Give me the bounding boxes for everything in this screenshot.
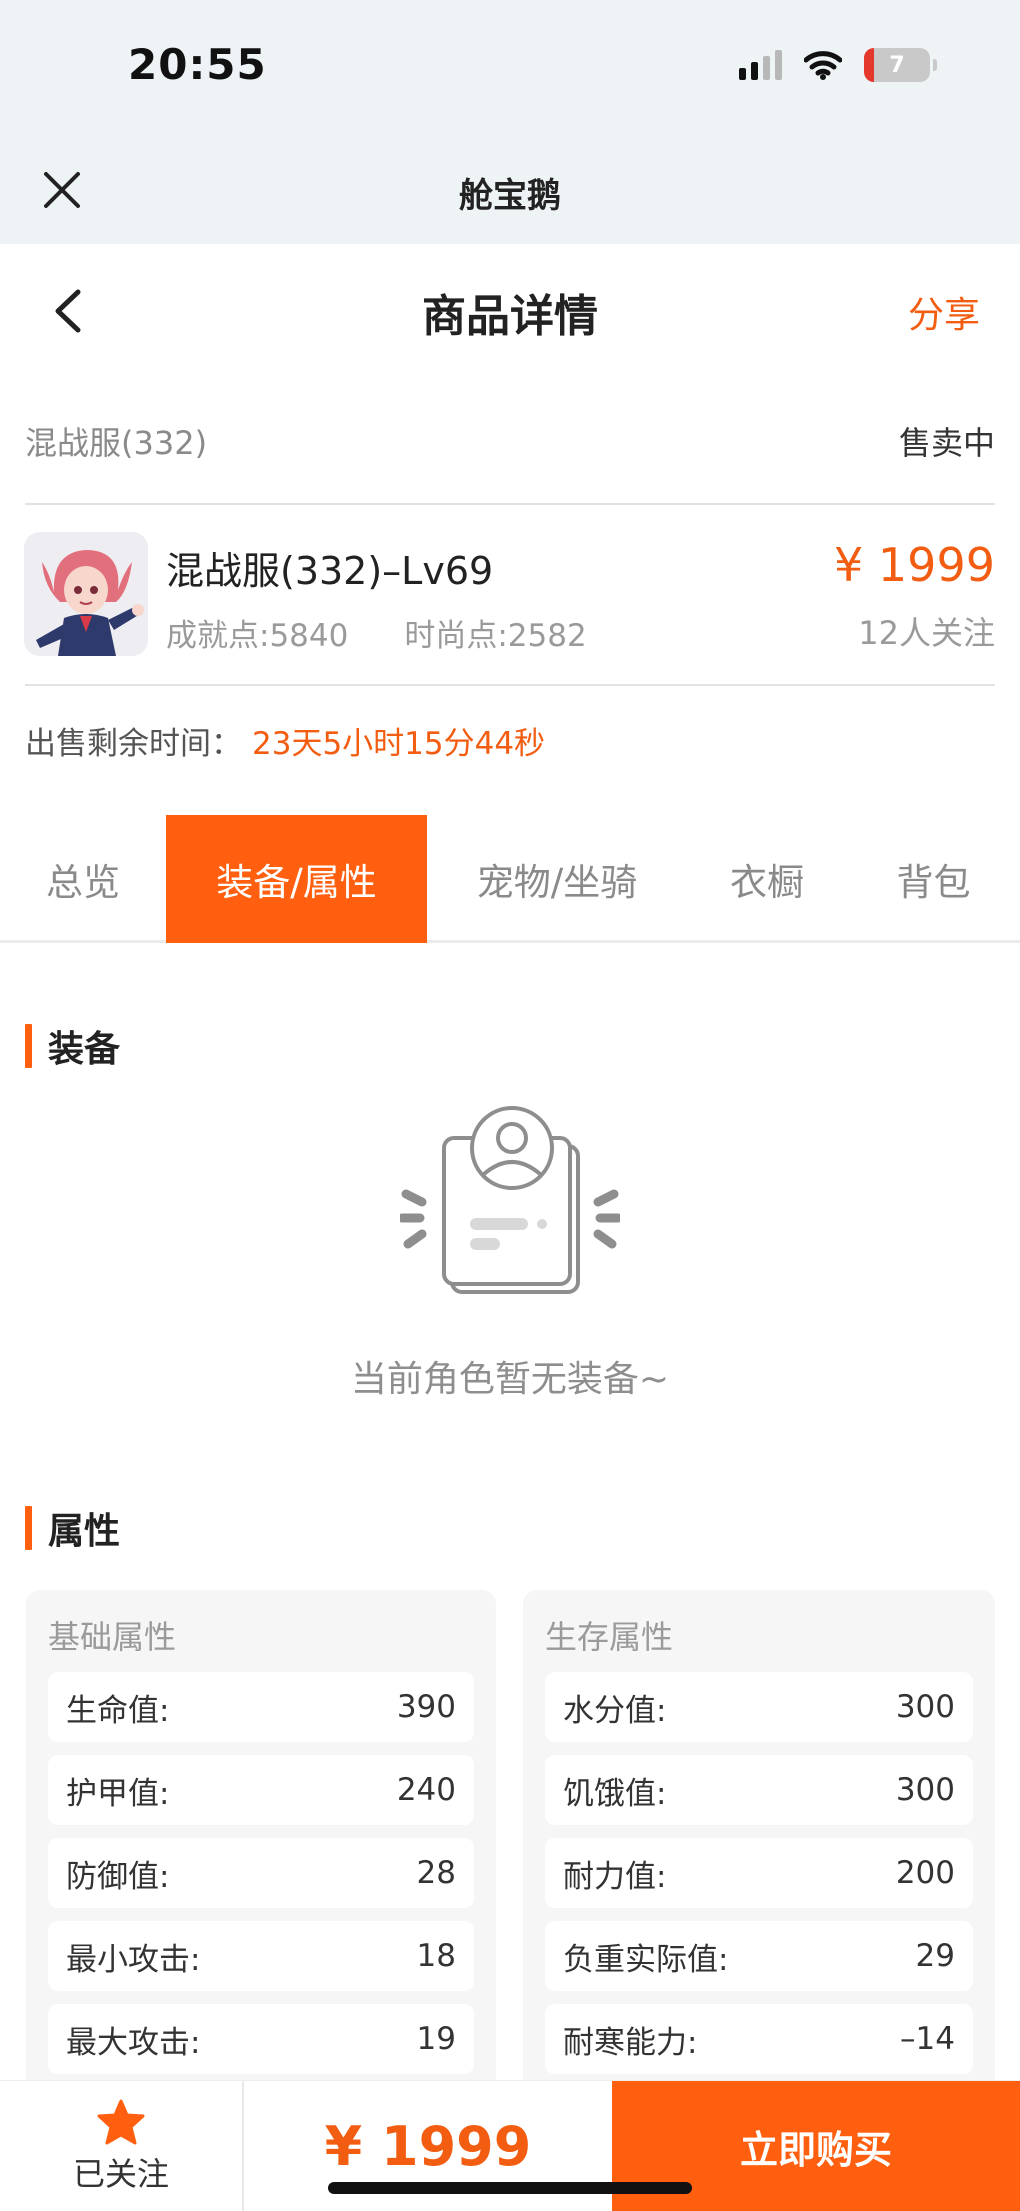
survival-attributes-panel: 生存属性 水分值: 300 饥饿值: 300 耐力值: 200 负重实际值: 29 耐寒… <box>523 1590 995 2110</box>
tab-equipment-attributes[interactable]: 装备/属性 <box>166 815 427 943</box>
section-accent-bar <box>25 1024 32 1068</box>
product-price: ¥ 1999 <box>834 538 995 592</box>
attribute-row: 生命值: 390 <box>48 1672 474 1742</box>
attribute-label: 护甲值: <box>66 1775 170 1812</box>
character-avatar <box>24 532 148 656</box>
survival-attributes-title: 生存属性 <box>545 1618 674 1656</box>
tab-backpack[interactable]: 背包 <box>847 815 1020 943</box>
attribute-row: 水分值: 300 <box>545 1672 973 1742</box>
top-bar: 20:55 7 舱宝鹅 <box>0 0 1020 244</box>
miniapp-title: 舱宝鹅 <box>459 176 561 216</box>
product-name: 混战服(332)–Lv69 <box>166 549 494 593</box>
follow-button[interactable]: 已关注 <box>0 2081 244 2211</box>
attribute-label: 耐力值: <box>563 1858 667 1895</box>
attributes-title: 属性 <box>48 1511 121 1552</box>
divider <box>25 684 995 686</box>
tab-pets-mounts[interactable]: 宠物/坐骑 <box>427 815 687 943</box>
attribute-label: 生命值: <box>66 1692 170 1729</box>
watcher-count: 12人关注 <box>858 614 995 652</box>
basic-attributes-title: 基础属性 <box>48 1618 177 1656</box>
attribute-value: 300 <box>895 1689 955 1725</box>
attribute-label: 防御值: <box>66 1858 170 1895</box>
wifi-icon <box>804 51 842 80</box>
attribute-value: 18 <box>416 1938 456 1974</box>
battery-level: 7 <box>889 52 905 78</box>
attribute-label: 最小攻击: <box>66 1941 201 1978</box>
sale-time-row: 出售剩余时间： 23天5小时15分44秒 <box>25 718 545 763</box>
attribute-value: 240 <box>396 1772 456 1808</box>
signal-icon <box>739 50 782 80</box>
attribute-row: 护甲值: 240 <box>48 1755 474 1825</box>
attribute-label: 水分值: <box>563 1692 667 1729</box>
achievement-points: 成就点:5840 <box>166 618 349 654</box>
star-icon <box>97 2099 145 2144</box>
share-button[interactable]: 分享 <box>908 286 980 338</box>
attribute-value: 19 <box>416 2021 456 2057</box>
section-accent-bar <box>25 1506 32 1550</box>
attribute-row: 耐力值: 200 <box>545 1838 973 1908</box>
divider <box>25 503 995 505</box>
sale-time-label: 出售剩余时间： <box>25 726 242 762</box>
attribute-label: 饥饿值: <box>563 1775 667 1812</box>
attribute-row: 负重实际值: 29 <box>545 1921 973 1991</box>
home-indicator <box>328 2182 692 2194</box>
attribute-value: –14 <box>900 2021 955 2057</box>
attribute-value: 28 <box>416 1855 456 1891</box>
attribute-value: 390 <box>396 1689 456 1725</box>
sale-status: 售卖中 <box>898 424 995 462</box>
equipment-title: 装备 <box>48 1029 121 1070</box>
server-name: 混战服(332) <box>25 424 208 462</box>
attribute-label: 耐寒能力: <box>563 2024 698 2061</box>
attribute-value: 200 <box>895 1855 955 1891</box>
server-row: 混战服(332) 售卖中 <box>25 418 995 464</box>
attribute-row: 最小攻击: 18 <box>48 1921 474 1991</box>
attributes-section-title: 属性 <box>25 1502 120 1554</box>
basic-attributes-panel: 基础属性 生命值: 390 护甲值: 240 防御值: 28 最小攻击: 18 最大攻击… <box>26 1590 496 2110</box>
attribute-value: 300 <box>895 1772 955 1808</box>
status-time: 20:55 <box>128 40 267 89</box>
tab-wardrobe[interactable]: 衣橱 <box>687 815 847 943</box>
empty-equipment-text: 当前角色暂无装备~ <box>350 1359 670 1400</box>
detail-tabs: 总览 装备/属性 宠物/坐骑 衣橱 背包 <box>0 815 1020 943</box>
attribute-row: 最大攻击: 19 <box>48 2004 474 2074</box>
attribute-value: 29 <box>915 1938 955 1974</box>
battery-icon: 7 <box>864 48 937 82</box>
product-meta: 成就点:5840 时尚点:2582 <box>166 610 587 655</box>
page-title: 商品详情 <box>422 291 598 342</box>
fashion-points: 时尚点:2582 <box>404 618 587 654</box>
follow-label: 已关注 <box>72 2154 169 2193</box>
attribute-label: 最大攻击: <box>66 2024 201 2061</box>
empty-profile-icon <box>400 1106 620 1294</box>
sale-time-value: 23天5小时15分44秒 <box>252 726 546 762</box>
attribute-label: 负重实际值: <box>563 1941 729 1978</box>
attribute-row: 饥饿值: 300 <box>545 1755 973 1825</box>
attribute-row: 防御值: 28 <box>48 1838 474 1908</box>
status-icons: 7 <box>739 48 937 82</box>
equipment-section-title: 装备 <box>25 1020 120 1072</box>
tab-overview[interactable]: 总览 <box>0 815 166 943</box>
attribute-row: 耐寒能力: –14 <box>545 2004 973 2074</box>
